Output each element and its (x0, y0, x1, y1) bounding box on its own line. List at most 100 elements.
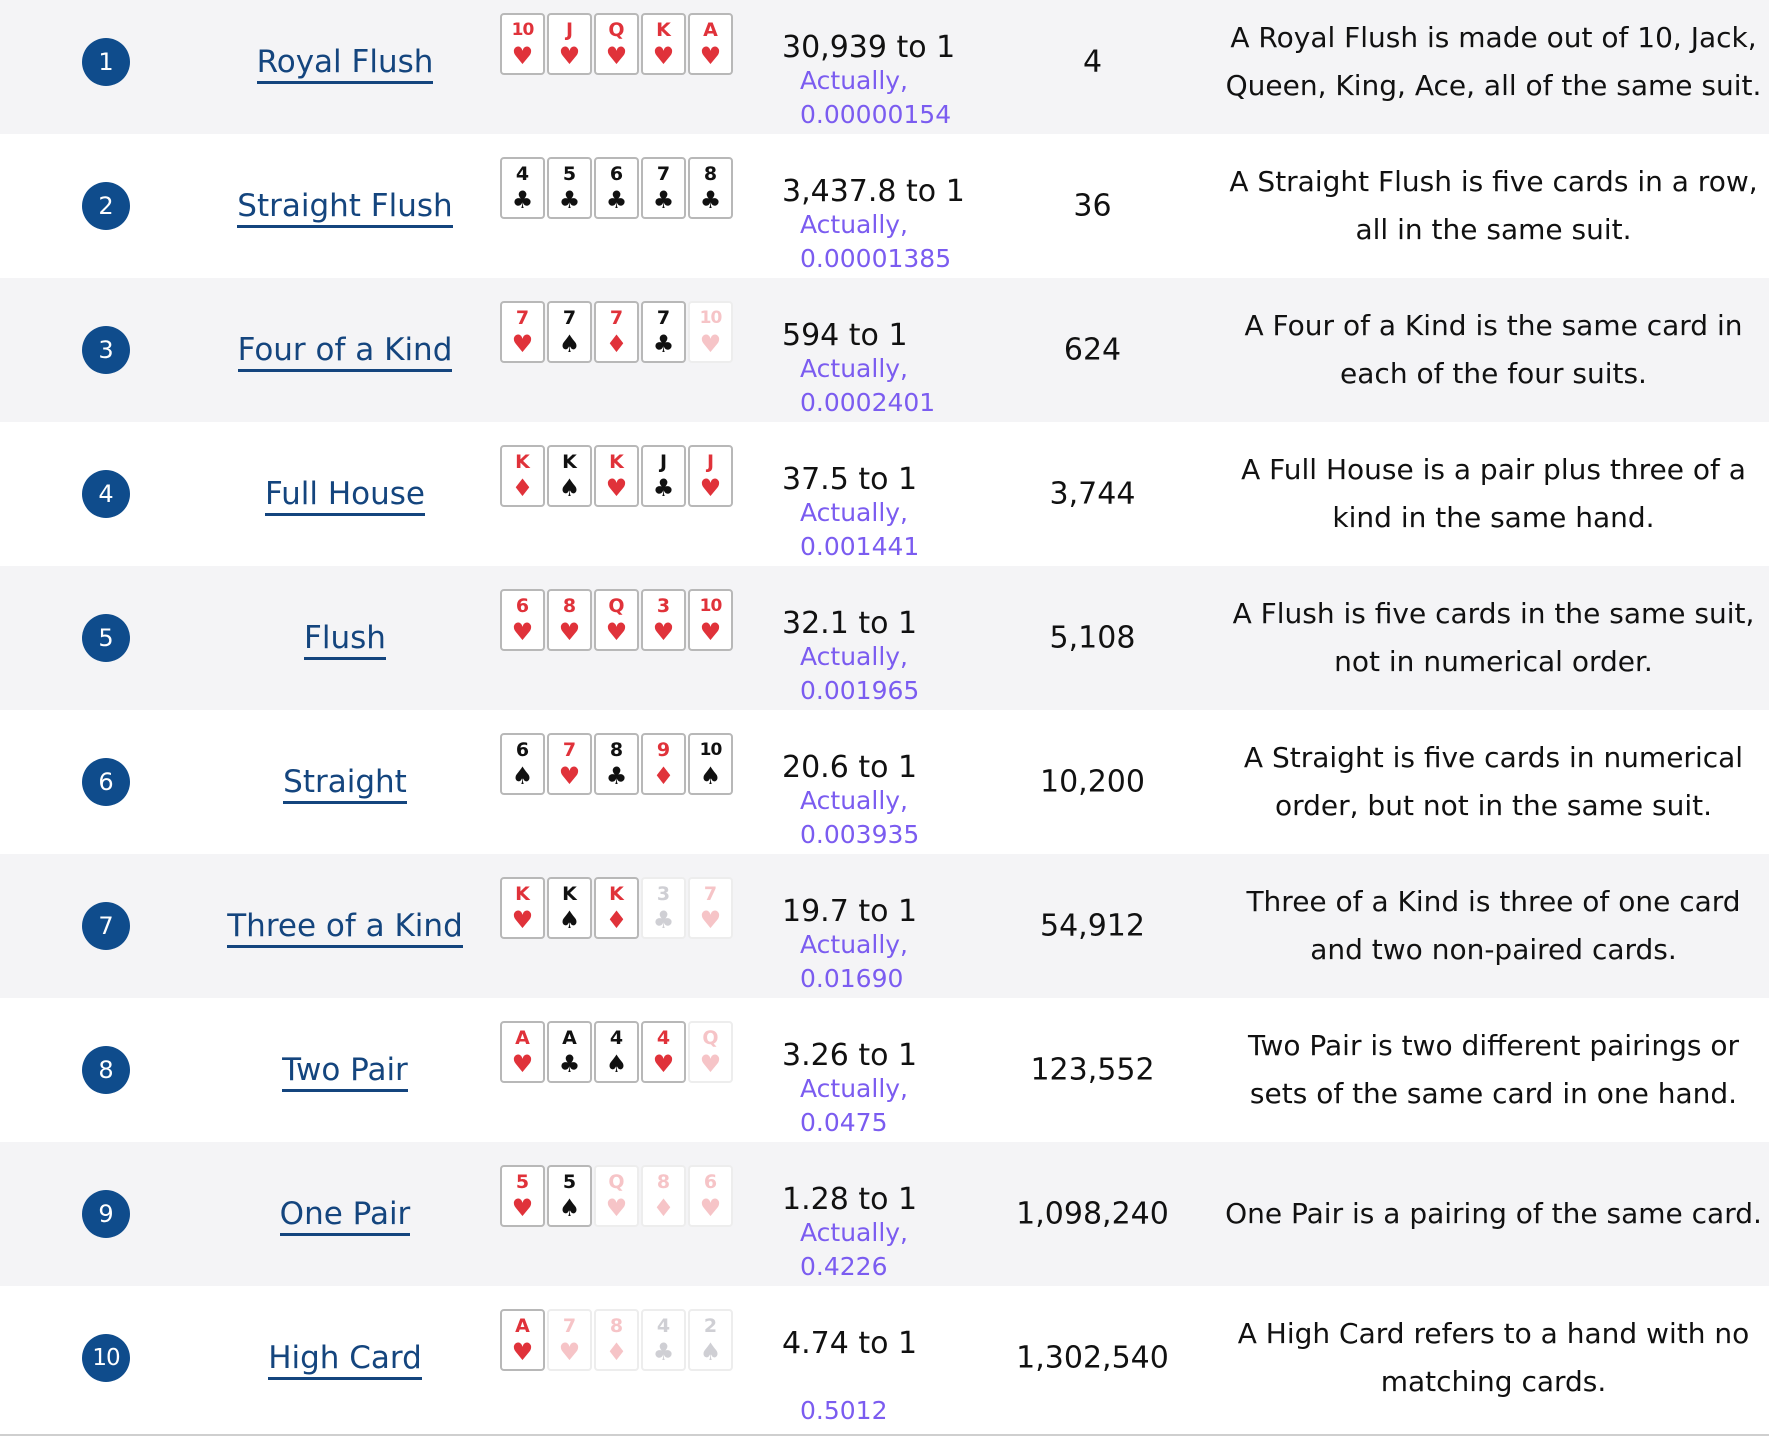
hand-name-link[interactable]: Flush (304, 620, 386, 660)
example-hand-cards: 7 ♥ 7 ♠ 7 ♦ 7 ♣ 10 ♥ (500, 301, 733, 363)
card-rank: 6 (703, 1171, 718, 1193)
hand-name-link[interactable]: Straight Flush (237, 188, 453, 228)
card-suit-icon: ♥ (511, 1338, 534, 1366)
card-rank: 7 (562, 307, 577, 329)
combinations-count: 624 (1063, 332, 1122, 368)
hand-description: Three of a Kind is three of one card and… (1246, 885, 1741, 966)
card-rank: 10 (511, 20, 535, 40)
card-rank: 10 (699, 740, 723, 760)
table-row: 8 Two Pair A ♥ A ♣ 4 ♠ 4 ♥ Q ♥ 3.26 to 1 Actually, 0.0… (0, 998, 1769, 1142)
card-suit-icon: ♥ (699, 474, 722, 502)
rank-badge: 7 (82, 902, 130, 950)
hand-name-link[interactable]: Straight (283, 764, 407, 804)
playing-card: 7 ♦ (594, 301, 639, 363)
annotation-line: Actually, (800, 786, 909, 815)
annotation-line: Actually, (800, 210, 909, 239)
playing-card: 10 ♥ (688, 589, 733, 651)
hand-name-link[interactable]: Three of a Kind (227, 908, 463, 948)
annotation-line: Actually, (800, 642, 909, 671)
card-suit-icon: ♣ (652, 474, 675, 502)
combinations-count: 54,912 (1040, 908, 1145, 944)
hand-name-link[interactable]: High Card (268, 1340, 422, 1380)
hand-description: A Full House is a pair plus three of a k… (1241, 453, 1746, 534)
card-rank: 3 (656, 595, 671, 617)
playing-card: K ♠ (547, 877, 592, 939)
hand-description: A Royal Flush is made out of 10, Jack, Q… (1225, 21, 1762, 102)
card-rank: 8 (609, 1315, 624, 1337)
playing-card: 9 ♦ (641, 733, 686, 795)
playing-card: J ♣ (641, 445, 686, 507)
card-rank: Q (608, 19, 625, 41)
card-rank: 5 (562, 163, 577, 185)
example-hand-cards: 4 ♣ 5 ♣ 6 ♣ 7 ♣ 8 ♣ (500, 157, 733, 219)
card-rank: 6 (515, 739, 530, 761)
probability-annotation: Actually, 0.4226 (800, 1216, 990, 1284)
card-suit-icon: ♦ (605, 1338, 628, 1366)
playing-card: 4 ♥ (641, 1021, 686, 1083)
probability-annotation: 0.5012 (800, 1394, 990, 1428)
playing-card: 7 ♥ (500, 301, 545, 363)
odds-value: 20.6 to 1 (782, 750, 918, 785)
playing-card: 5 ♣ (547, 157, 592, 219)
hand-description: A Straight is five cards in numerical or… (1243, 741, 1744, 822)
hand-name-cell: Flush (215, 620, 475, 660)
hand-name-link[interactable]: Full House (264, 476, 425, 516)
card-rank: 6 (515, 595, 530, 617)
playing-card: K ♥ (641, 13, 686, 75)
rank-badge: 6 (82, 758, 130, 806)
card-suit-icon: ♥ (605, 42, 628, 70)
card-suit-icon: ♣ (652, 906, 675, 934)
card-rank: K (609, 451, 624, 473)
card-rank: 7 (703, 883, 718, 905)
card-suit-icon: ♠ (558, 906, 581, 934)
table-row: 7 Three of a Kind K ♥ K ♠ K ♦ 3 ♣ 7 ♥ 19.7 to 1 Actua… (0, 854, 1769, 998)
table-row: 3 Four of a Kind 7 ♥ 7 ♠ 7 ♦ 7 ♣ 10 ♥ 594 to 1 Actual… (0, 278, 1769, 422)
combinations-count: 4 (1082, 44, 1103, 80)
card-suit-icon: ♦ (605, 330, 628, 358)
card-suit-icon: ♥ (699, 1194, 722, 1222)
playing-card: 7 ♥ (547, 733, 592, 795)
odds-value: 594 to 1 (782, 318, 908, 353)
table-row: 1 Royal Flush 10 ♥ J ♥ Q ♥ K ♥ A ♥ 30,939 to 1 Actual… (0, 0, 1769, 134)
hand-name-cell: One Pair (215, 1196, 475, 1236)
hand-description: One Pair is a pairing of the same card. (1225, 1197, 1762, 1230)
card-rank: K (609, 883, 624, 905)
hand-name-link[interactable]: Two Pair (282, 1052, 408, 1092)
card-rank: K (656, 19, 671, 41)
rank-badge: 5 (82, 614, 130, 662)
hand-name-link[interactable]: Four of a Kind (237, 332, 453, 372)
card-suit-icon: ♠ (558, 474, 581, 502)
card-suit-icon: ♥ (511, 1194, 534, 1222)
annotation-line: Actually, (800, 1218, 909, 1247)
rank-badge: 2 (82, 182, 130, 230)
card-rank: 7 (609, 307, 624, 329)
odds-value: 37.5 to 1 (782, 462, 918, 497)
card-suit-icon: ♥ (605, 1194, 628, 1222)
hand-name-cell: Four of a Kind (215, 332, 475, 372)
card-suit-icon: ♣ (558, 1050, 581, 1078)
playing-card: A ♣ (547, 1021, 592, 1083)
table-row: 5 Flush 6 ♥ 8 ♥ Q ♥ 3 ♥ 10 ♥ 32.1 to 1 Actually, 0.001… (0, 566, 1769, 710)
hand-name-cell: Two Pair (215, 1052, 475, 1092)
hand-name-cell: Straight Flush (215, 188, 475, 228)
example-hand-cards: 10 ♥ J ♥ Q ♥ K ♥ A ♥ (500, 13, 733, 75)
playing-card: 8 ♦ (594, 1309, 639, 1371)
card-suit-icon: ♥ (652, 1050, 675, 1078)
annotation-line: 0.00001385 (800, 244, 952, 273)
card-rank: Q (702, 1027, 719, 1049)
playing-card: 5 ♠ (547, 1165, 592, 1227)
card-suit-icon: ♣ (605, 186, 628, 214)
card-suit-icon: ♥ (511, 42, 534, 70)
example-hand-cards: K ♦ K ♠ K ♥ J ♣ J ♥ (500, 445, 733, 507)
annotation-line: Actually, (800, 498, 909, 527)
combinations-count: 1,098,240 (1016, 1196, 1169, 1232)
card-suit-icon: ♣ (699, 186, 722, 214)
probability-annotation: Actually, 0.0002401 (800, 352, 990, 420)
combinations-count: 1,302,540 (1016, 1340, 1169, 1376)
hand-name-link[interactable]: Royal Flush (256, 44, 434, 84)
example-hand-cards: 6 ♥ 8 ♥ Q ♥ 3 ♥ 10 ♥ (500, 589, 733, 651)
card-rank: 3 (656, 883, 671, 905)
card-suit-icon: ♥ (699, 618, 722, 646)
annotation-line: 0.5012 (800, 1396, 888, 1425)
hand-name-link[interactable]: One Pair (279, 1196, 411, 1236)
